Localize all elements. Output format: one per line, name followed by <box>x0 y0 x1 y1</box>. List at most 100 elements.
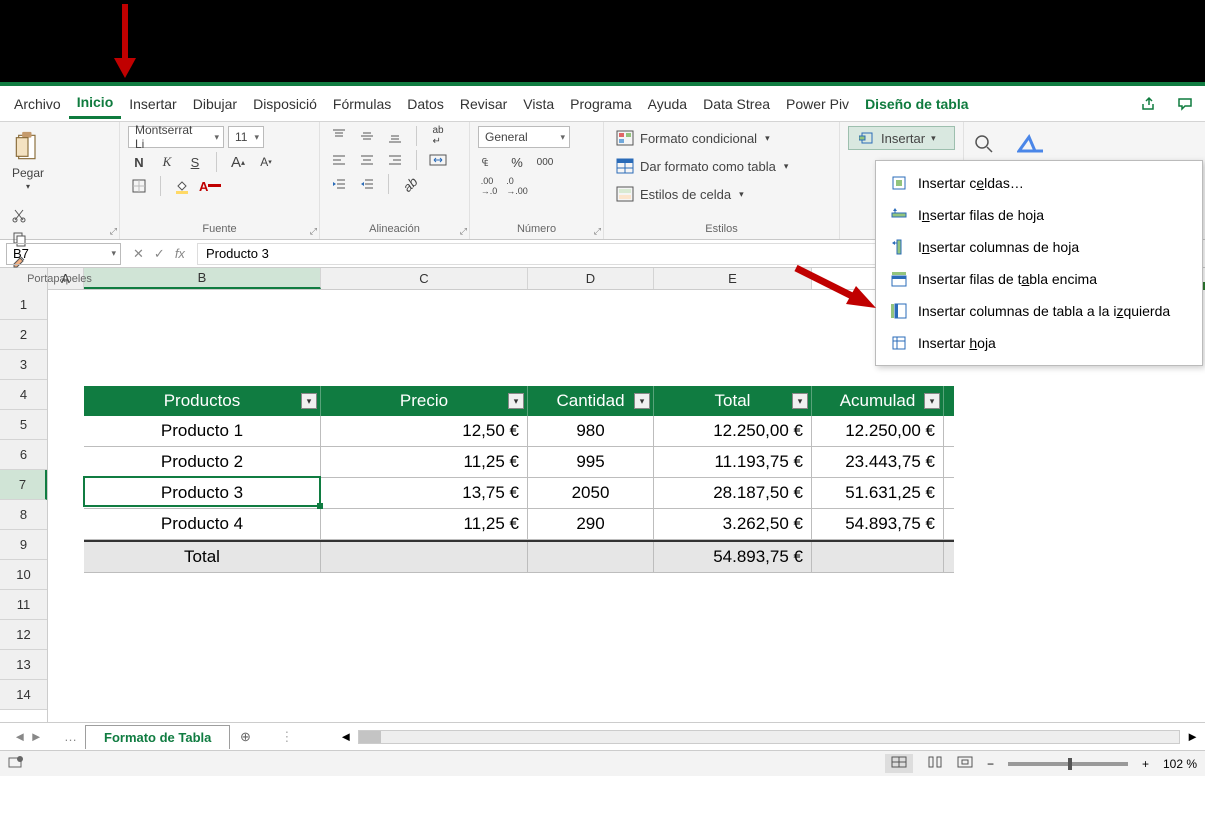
zoom-level[interactable]: 102 % <box>1163 757 1197 771</box>
bold-button[interactable]: N <box>128 152 150 172</box>
row-header[interactable]: 2 <box>0 320 47 350</box>
col-header-b[interactable]: B <box>84 268 321 289</box>
col-header-c[interactable]: C <box>321 268 528 289</box>
filter-icon[interactable]: ▾ <box>924 393 940 409</box>
header-cantidad[interactable]: Cantidad▾ <box>528 386 654 416</box>
tab-power-pivot[interactable]: Power Piv <box>778 90 857 118</box>
conditional-formatting-button[interactable]: Formato condicional▾ <box>612 126 831 150</box>
addins-icon[interactable] <box>1016 132 1046 156</box>
menu-insert-sheet-cols[interactable]: Insertar columnas de hoja <box>876 231 1202 263</box>
decrease-font-icon[interactable]: A▾ <box>255 152 277 172</box>
tab-dibujar[interactable]: Dibujar <box>185 90 245 118</box>
normal-view-icon[interactable] <box>885 754 913 773</box>
tab-disposicion[interactable]: Disposició <box>245 90 325 118</box>
tab-table-design[interactable]: Diseño de tabla <box>857 90 976 118</box>
tab-vista[interactable]: Vista <box>515 90 562 118</box>
row-header[interactable]: 9 <box>0 530 47 560</box>
page-layout-view-icon[interactable] <box>927 756 943 771</box>
comma-style-icon[interactable]: 000 <box>534 152 556 172</box>
align-middle-icon[interactable] <box>356 126 378 146</box>
row-header[interactable]: 1 <box>0 290 47 320</box>
filter-icon[interactable]: ▾ <box>792 393 808 409</box>
row-header[interactable]: 12 <box>0 620 47 650</box>
menu-insert-table-cols-left[interactable]: Insertar columnas de tabla a la izquierd… <box>876 295 1202 327</box>
horizontal-scrollbar[interactable]: ◄► <box>333 729 1205 744</box>
dialog-launcher-icon[interactable]: ⤢ <box>110 226 117 237</box>
tab-archivo[interactable]: Archivo <box>6 90 69 118</box>
decrease-indent-icon[interactable] <box>328 174 350 194</box>
fx-icon[interactable]: fx <box>175 246 185 262</box>
font-size-dropdown[interactable]: 11 <box>228 126 264 148</box>
table-total-row[interactable]: Total 54.893,75 € <box>84 540 954 573</box>
header-total[interactable]: Total▾ <box>654 386 812 416</box>
paste-button[interactable]: Pegar ▾ <box>8 126 48 195</box>
table-row[interactable]: Producto 3 13,75 € 2050 28.187,50 € 51.6… <box>84 478 954 509</box>
menu-insert-cells[interactable]: Insertar celdas… <box>876 167 1202 199</box>
wrap-text-icon[interactable]: ab↵ <box>427 126 449 146</box>
row-header[interactable]: 4 <box>0 380 47 410</box>
increase-font-icon[interactable]: A▴ <box>227 152 249 172</box>
align-right-icon[interactable] <box>384 150 406 170</box>
sheet-nav-more[interactable]: … <box>56 729 85 744</box>
header-precio[interactable]: Precio▾ <box>321 386 528 416</box>
dialog-launcher-icon[interactable]: ⤢ <box>594 226 601 237</box>
tab-data-streamer[interactable]: Data Strea <box>695 90 778 118</box>
tab-insertar[interactable]: Insertar <box>121 90 184 118</box>
increase-decimal-icon[interactable]: .00→.0 <box>478 176 500 196</box>
align-center-icon[interactable] <box>356 150 378 170</box>
row-header[interactable]: 5 <box>0 410 47 440</box>
row-header[interactable]: 13 <box>0 650 47 680</box>
row-header[interactable]: 7 <box>0 470 47 500</box>
filter-icon[interactable]: ▾ <box>301 393 317 409</box>
cut-icon[interactable] <box>8 205 30 225</box>
filter-icon[interactable]: ▾ <box>634 393 650 409</box>
col-header-e[interactable]: E <box>654 268 812 289</box>
decrease-decimal-icon[interactable]: .0→.00 <box>506 176 528 196</box>
table-row[interactable]: Producto 2 11,25 € 995 11.193,75 € 23.44… <box>84 447 954 478</box>
dialog-launcher-icon[interactable]: ⤢ <box>310 226 317 237</box>
borders-icon[interactable] <box>128 176 150 196</box>
align-bottom-icon[interactable] <box>384 126 406 146</box>
row-header[interactable]: 10 <box>0 560 47 590</box>
add-sheet-button[interactable]: ⊕ <box>230 729 260 745</box>
orientation-icon[interactable]: ab <box>399 174 421 194</box>
row-header[interactable]: 11 <box>0 590 47 620</box>
record-macro-icon[interactable] <box>8 755 24 772</box>
menu-insert-sheet[interactable]: Insertar hoja <box>876 327 1202 359</box>
number-format-dropdown[interactable]: General <box>478 126 570 148</box>
align-left-icon[interactable] <box>328 150 350 170</box>
page-break-view-icon[interactable] <box>957 756 973 771</box>
cell-styles-button[interactable]: Estilos de celda▾ <box>612 182 831 206</box>
font-color-icon[interactable]: A <box>199 176 221 196</box>
insert-button[interactable]: Insertar ▾ <box>848 126 955 150</box>
format-as-table-button[interactable]: Dar formato como tabla▾ <box>612 154 831 178</box>
accounting-format-icon[interactable]: ₠ <box>478 152 500 172</box>
zoom-out-icon[interactable]: − <box>987 757 994 771</box>
align-top-icon[interactable] <box>328 126 350 146</box>
search-icon[interactable] <box>972 132 996 156</box>
row-header[interactable]: 8 <box>0 500 47 530</box>
tab-programador[interactable]: Programa <box>562 90 639 118</box>
menu-insert-sheet-rows[interactable]: Insertar filas de hoja <box>876 199 1202 231</box>
comments-icon[interactable] <box>1171 92 1199 116</box>
sheet-tab[interactable]: Formato de Tabla <box>85 725 230 749</box>
row-header[interactable]: 14 <box>0 680 47 710</box>
header-acumulado[interactable]: Acumulad▾ <box>812 386 944 416</box>
font-name-dropdown[interactable]: Montserrat Li <box>128 126 224 148</box>
menu-insert-table-rows-above[interactable]: Insertar filas de tabla encima <box>876 263 1202 295</box>
row-header[interactable]: 3 <box>0 350 47 380</box>
col-header-d[interactable]: D <box>528 268 654 289</box>
header-productos[interactable]: Productos▾ <box>84 386 321 416</box>
table-row[interactable]: Producto 4 11,25 € 290 3.262,50 € 54.893… <box>84 509 954 540</box>
cancel-formula-icon[interactable]: ✕ <box>133 246 144 262</box>
tab-ayuda[interactable]: Ayuda <box>640 90 695 118</box>
zoom-in-icon[interactable]: + <box>1142 757 1149 771</box>
enter-formula-icon[interactable]: ✓ <box>154 246 165 262</box>
filter-icon[interactable]: ▾ <box>508 393 524 409</box>
merge-cells-icon[interactable] <box>427 150 449 170</box>
underline-button[interactable]: S <box>184 152 206 172</box>
table-row[interactable]: Producto 1 12,50 € 980 12.250,00 € 12.25… <box>84 416 954 447</box>
percent-icon[interactable]: % <box>506 152 528 172</box>
italic-button[interactable]: K <box>156 152 178 172</box>
fill-color-icon[interactable] <box>171 176 193 196</box>
